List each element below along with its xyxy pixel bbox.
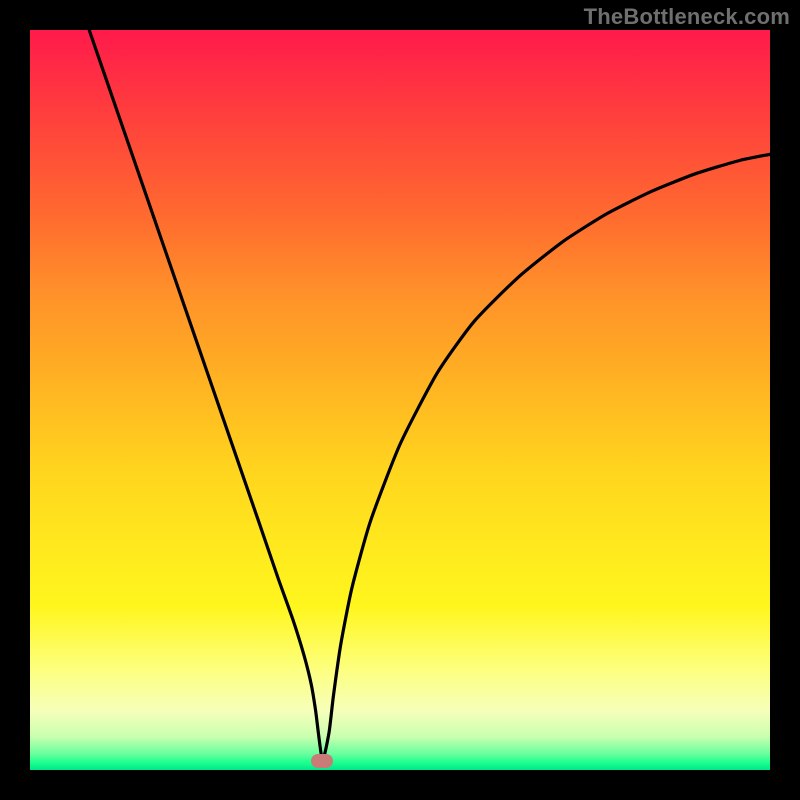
attribution-text: TheBottleneck.com	[584, 4, 790, 30]
minimum-marker	[311, 754, 333, 768]
chart-frame: TheBottleneck.com	[0, 0, 800, 800]
bottleneck-curve	[30, 30, 770, 770]
plot-area	[30, 30, 770, 770]
